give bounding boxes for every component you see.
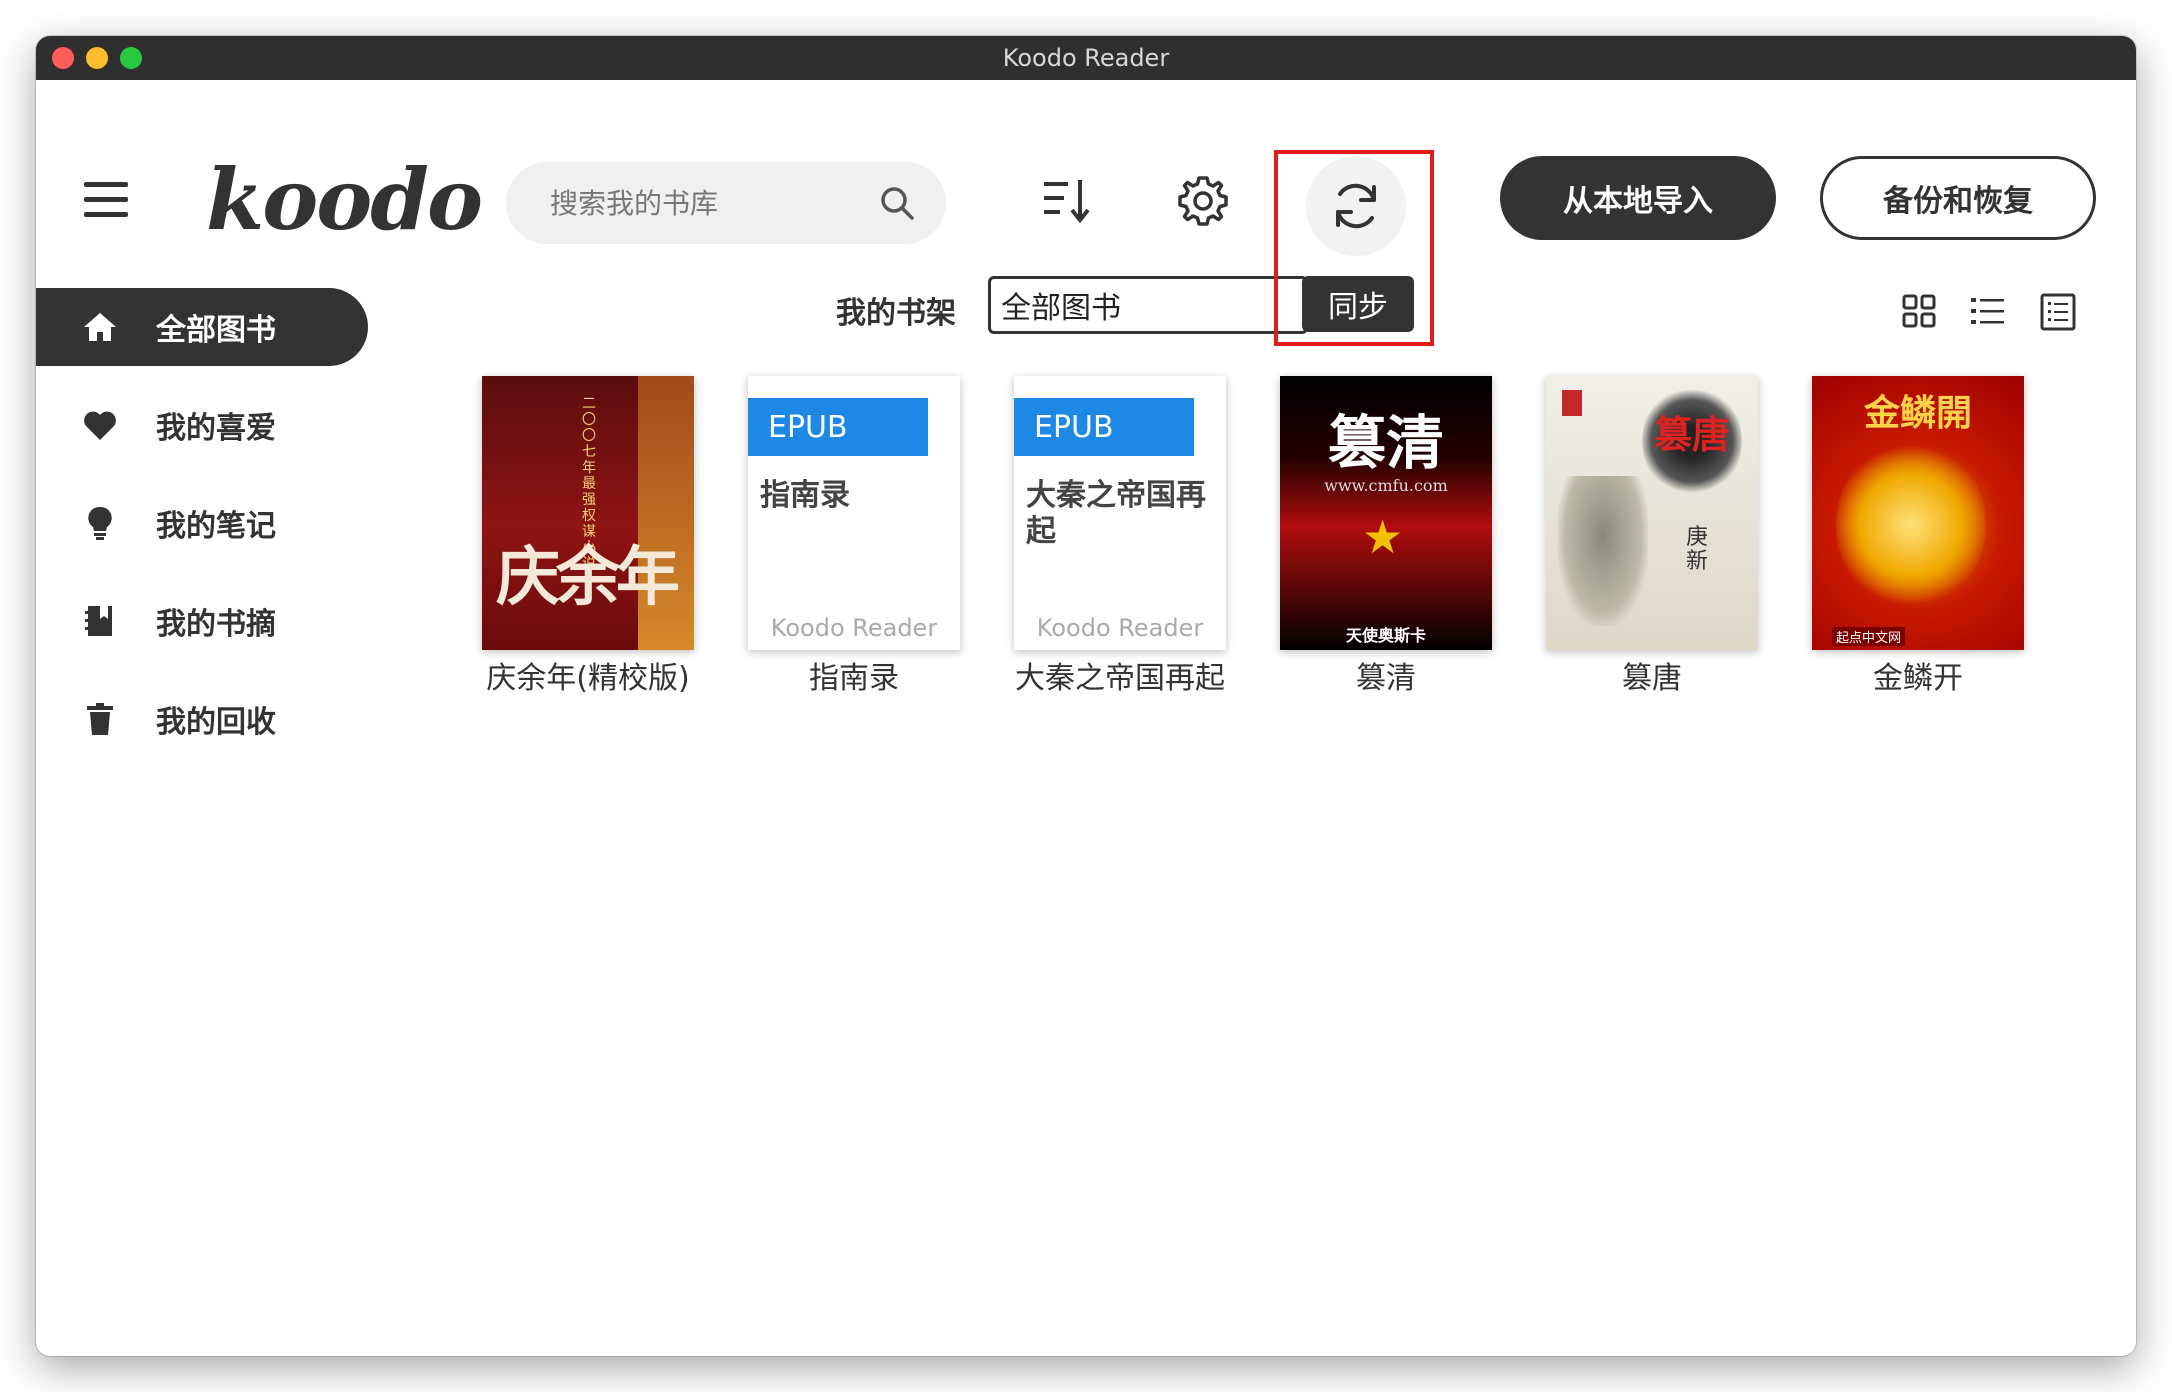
- sync-tooltip: 同步: [1302, 276, 1414, 332]
- trash-icon: [87, 703, 113, 735]
- main-content: koodo 从本地导入: [36, 80, 2136, 1356]
- window-title: Koodo Reader: [1002, 44, 1170, 72]
- cover-brand: Koodo Reader: [770, 614, 938, 642]
- cover-view-icon[interactable]: [2038, 292, 2078, 332]
- menu-icon[interactable]: [84, 182, 128, 218]
- cover-title: 指南录: [760, 478, 850, 513]
- app-logo: koodo: [206, 150, 483, 249]
- book-cover[interactable]: EPUB 大秦之帝国再起 Koodo Reader: [1014, 376, 1226, 650]
- bookmark-book-icon: [85, 606, 112, 636]
- gear-icon[interactable]: [1176, 174, 1230, 228]
- cover-text: 庆余年: [496, 540, 680, 615]
- home-icon: [84, 313, 116, 341]
- book-cover[interactable]: 金鳞開 起点中文网: [1812, 376, 2024, 650]
- cover-text: 金鳞開: [1863, 392, 1972, 434]
- cover-brand: Koodo Reader: [1036, 614, 1204, 642]
- sync-button[interactable]: [1306, 156, 1406, 256]
- book-title: 金鳞开: [1873, 661, 1963, 696]
- cover-bottom-text: 起点中文网: [1832, 627, 1906, 646]
- minimize-window-button[interactable]: [86, 47, 108, 69]
- shelf-select-value: 全部图书: [1001, 291, 1121, 326]
- maximize-window-button[interactable]: [120, 47, 142, 69]
- sidebar-item-label: 全部图书: [156, 313, 276, 348]
- lightbulb-icon: [88, 506, 112, 540]
- sidebar-item-digests[interactable]: 我的书摘: [36, 582, 376, 660]
- book-title: 大秦之帝国再起: [1015, 661, 1225, 696]
- list-view-icon[interactable]: [1968, 292, 2008, 332]
- sidebar-item-label: 我的书摘: [156, 607, 276, 642]
- book-title: 篡清: [1356, 661, 1416, 696]
- shelf-select[interactable]: 全部图书: [988, 276, 1308, 334]
- sync-icon: [1336, 183, 1376, 229]
- book-item[interactable]: 二〇〇七年最强权谋小说 庆余年 庆余年(精校版): [482, 376, 694, 696]
- app-window: Koodo Reader koodo 搜索我的书库 从本地导入 备份和恢复 全部…: [36, 36, 2136, 1356]
- book-item[interactable]: EPUB 大秦之帝国再起 Koodo Reader 大秦之帝国再起: [1014, 376, 1226, 696]
- sidebar-item-notes[interactable]: 我的笔记: [36, 484, 376, 562]
- sidebar-item-trash[interactable]: 我的回收: [36, 680, 376, 758]
- import-local-button[interactable]: 从本地导入: [1500, 156, 1776, 240]
- cover-text: 篡清: [1327, 409, 1444, 477]
- epub-tag: EPUB: [1014, 398, 1194, 456]
- sidebar: 全部图书 我的喜爱 我的笔记 我的书摘 我的回收: [36, 288, 376, 778]
- cover-bottom-text: 天使奥斯卡: [1345, 626, 1426, 645]
- book-title: 指南录: [809, 661, 899, 696]
- search-icon[interactable]: [878, 184, 916, 222]
- book-cover[interactable]: 篡唐 庚新: [1546, 376, 1758, 650]
- star-icon: ★: [1362, 510, 1404, 564]
- window-controls: [52, 47, 142, 69]
- book-title: 庆余年(精校版): [486, 661, 690, 696]
- cover-title: 大秦之帝国再起: [1026, 478, 1206, 549]
- book-item[interactable]: 篡清 www.cmfu.com ★ 天使奥斯卡 篡清: [1280, 376, 1492, 696]
- epub-tag: EPUB: [748, 398, 928, 456]
- heart-icon: [84, 411, 116, 440]
- sidebar-item-label: 我的笔记: [156, 509, 276, 544]
- cover-url: www.cmfu.com: [1324, 476, 1448, 495]
- book-item[interactable]: EPUB 指南录 Koodo Reader 指南录: [748, 376, 960, 696]
- search-input[interactable]: [548, 185, 862, 221]
- book-cover[interactable]: EPUB 指南录 Koodo Reader: [748, 376, 960, 650]
- sort-icon[interactable]: [1040, 174, 1092, 226]
- close-window-button[interactable]: [52, 47, 74, 69]
- cover-text: 篡唐: [1654, 412, 1731, 457]
- backup-restore-button[interactable]: 备份和恢复: [1820, 156, 2096, 240]
- book-title: 篡唐: [1622, 661, 1682, 696]
- sidebar-item-label: 我的喜爱: [156, 411, 276, 446]
- grid-view-icon[interactable]: [1900, 292, 1940, 332]
- book-cover[interactable]: 二〇〇七年最强权谋小说 庆余年: [482, 376, 694, 650]
- search-bar: [506, 162, 946, 244]
- sidebar-item-favorites[interactable]: 我的喜爱: [36, 386, 376, 464]
- title-bar: Koodo Reader: [36, 36, 2136, 80]
- book-item[interactable]: 篡唐 庚新 篡唐: [1546, 376, 1758, 696]
- cover-author: 庚新: [1686, 525, 1709, 574]
- sidebar-item-all-books[interactable]: 全部图书: [36, 288, 368, 366]
- shelf-label: 我的书架: [836, 296, 956, 331]
- book-item[interactable]: 金鳞開 起点中文网 金鳞开: [1812, 376, 2024, 696]
- sidebar-item-label: 我的回收: [156, 705, 276, 740]
- book-cover[interactable]: 篡清 www.cmfu.com ★ 天使奥斯卡: [1280, 376, 1492, 650]
